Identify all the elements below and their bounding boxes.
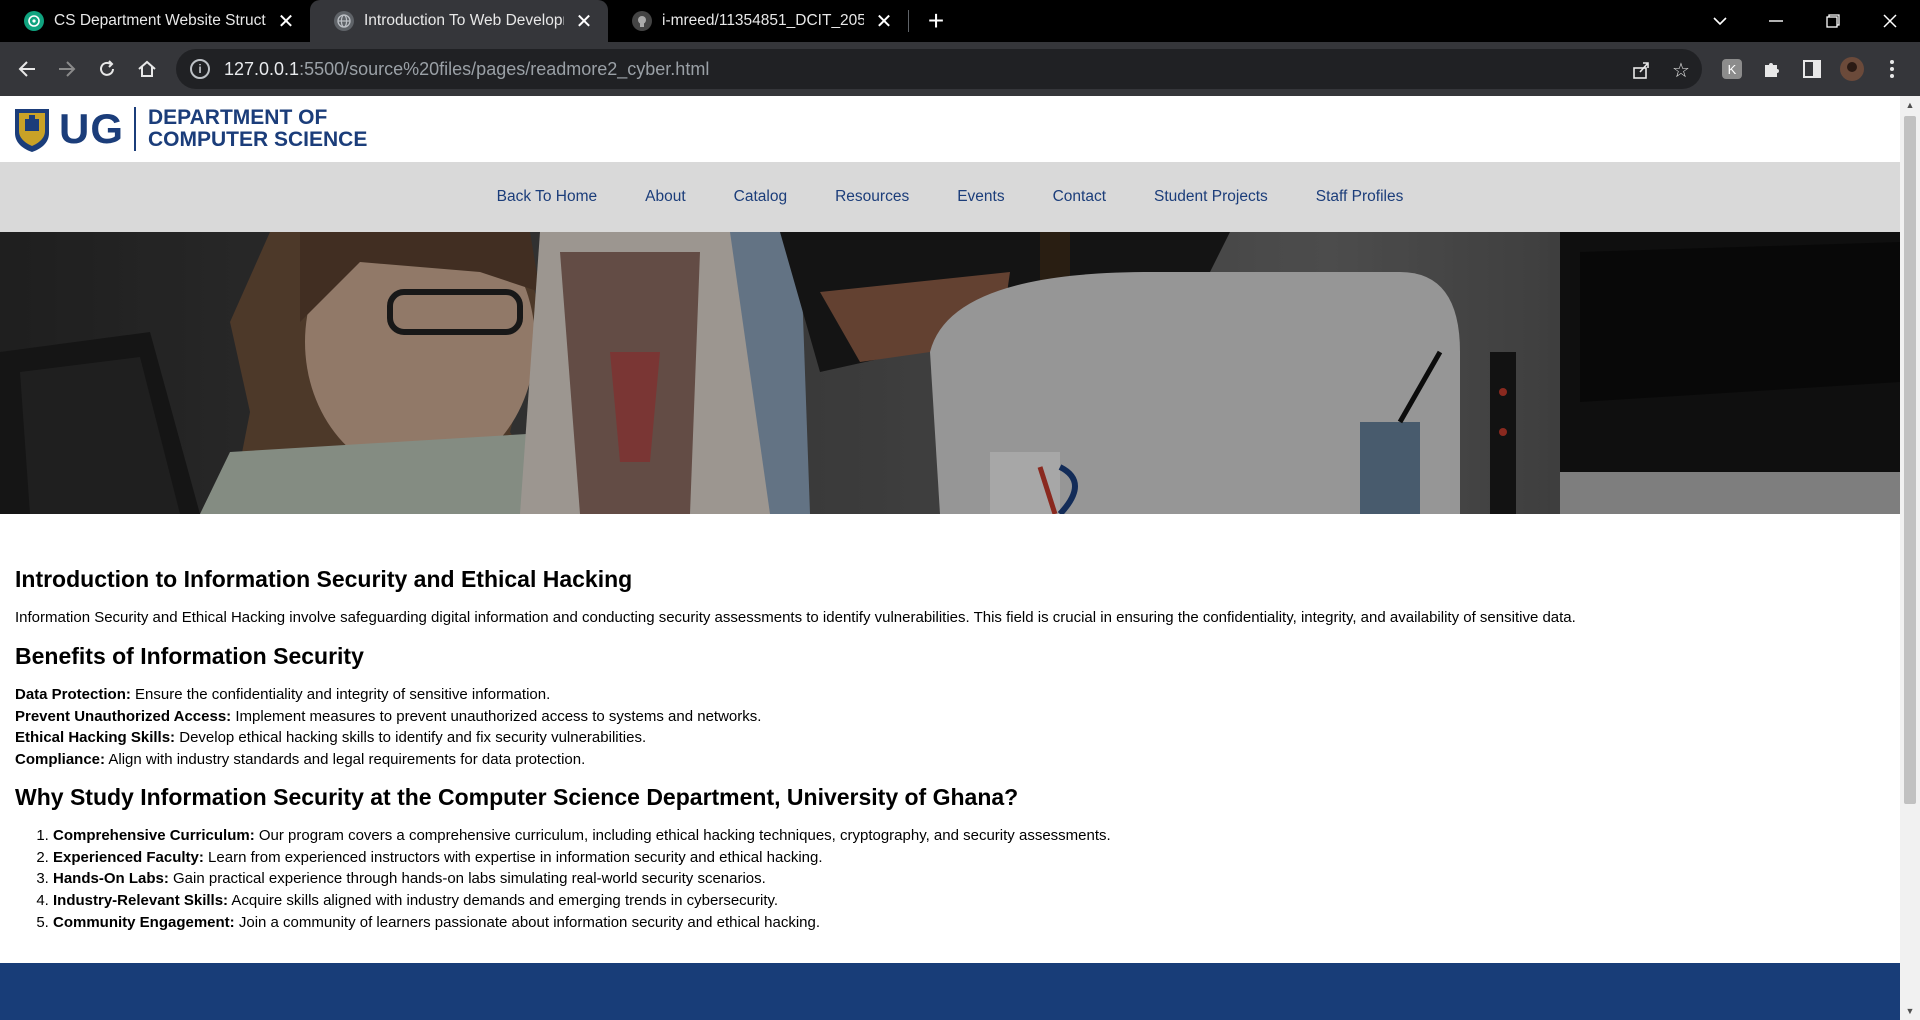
reason-term: Comprehensive Curriculum:: [53, 827, 255, 844]
tab-search-chevron-icon[interactable]: [1696, 0, 1744, 42]
site-header: UG DEPARTMENT OF COMPUTER SCIENCE: [0, 96, 1900, 162]
reasons-list: Comprehensive Curriculum: Our program co…: [15, 825, 1885, 934]
site-info-icon[interactable]: i: [190, 59, 210, 79]
benefit-text: Implement measures to prevent unauthoriz…: [231, 707, 762, 725]
extension-k-icon[interactable]: K: [1720, 57, 1744, 81]
benefits-heading: Benefits of Information Security: [15, 643, 364, 669]
minimize-icon[interactable]: [1752, 0, 1800, 42]
page-viewport: UG DEPARTMENT OF COMPUTER SCIENCE Back T…: [0, 96, 1920, 1020]
nav-catalog[interactable]: Catalog: [734, 188, 787, 206]
hero-banner-image: [0, 232, 1900, 514]
tab-separator: [908, 10, 909, 32]
home-icon[interactable]: [132, 54, 162, 84]
reload-icon[interactable]: [92, 54, 122, 84]
close-window-icon[interactable]: [1866, 0, 1914, 42]
benefit-item: Ethical Hacking Skills: Develop ethical …: [15, 727, 1885, 749]
page-scrollbar[interactable]: ▲ ▼: [1900, 96, 1920, 1020]
benefit-text: Align with industry standards and legal …: [105, 750, 586, 768]
tab-cs-department[interactable]: CS Department Website Structur ✕: [0, 0, 310, 42]
browser-toolbar: i 127.0.0.1:5500/source%20files/pages/re…: [0, 42, 1920, 96]
nav-about[interactable]: About: [645, 188, 686, 206]
url-path: :5500/source%20files/pages/readmore2_cyb…: [299, 58, 710, 79]
scroll-down-arrow-icon[interactable]: ▼: [1900, 1002, 1920, 1020]
benefit-item: Prevent Unauthorized Access: Implement m…: [15, 706, 1885, 728]
svg-text:K: K: [1728, 62, 1737, 77]
web-page: UG DEPARTMENT OF COMPUTER SCIENCE Back T…: [0, 96, 1900, 1020]
intro-paragraph: Information Security and Ethical Hacking…: [15, 609, 1576, 626]
close-tab-icon[interactable]: ✕: [572, 9, 596, 33]
department-name: DEPARTMENT OF COMPUTER SCIENCE: [148, 107, 367, 151]
tab-github-repo[interactable]: i-mreed/11354851_DCIT_205_IA ✕: [608, 0, 908, 42]
share-icon[interactable]: [1630, 59, 1652, 81]
close-tab-icon[interactable]: ✕: [274, 9, 298, 33]
benefit-term: Ethical Hacking Skills:: [15, 729, 176, 746]
site-navigation: Back To Home About Catalog Resources Eve…: [0, 162, 1900, 232]
reason-item: Comprehensive Curriculum: Our program co…: [53, 825, 1885, 847]
benefit-term: Compliance:: [15, 750, 106, 768]
why-study-heading: Why Study Information Security at the Co…: [15, 784, 1019, 810]
department-line-2: COMPUTER SCIENCE: [148, 128, 368, 151]
extensions-puzzle-icon[interactable]: [1760, 57, 1784, 81]
profile-avatar[interactable]: [1840, 57, 1864, 81]
tab-title: Introduction To Web Developme: [364, 12, 564, 29]
forward-arrow-icon[interactable]: [52, 54, 82, 84]
chatgpt-icon: [24, 11, 44, 31]
scroll-up-arrow-icon[interactable]: ▲: [1900, 96, 1920, 114]
reason-item: Experienced Faculty: Learn from experien…: [53, 847, 1885, 869]
globe-icon: [334, 11, 354, 31]
reason-term: Community Engagement:: [53, 913, 235, 931]
new-tab-icon[interactable]: +: [922, 5, 950, 36]
benefits-list: Data Protection: Ensure the confidential…: [15, 684, 1885, 770]
nav-contact[interactable]: Contact: [1053, 188, 1106, 206]
reason-text: Acquire skills aligned with industry dem…: [228, 892, 779, 910]
tab-intro-web-dev[interactable]: Introduction To Web Developme ✕: [310, 0, 608, 42]
reason-term: Hands-On Labs:: [53, 870, 169, 888]
url-host: 127.0.0.1: [224, 58, 300, 79]
site-footer: [0, 963, 1900, 1020]
ug-crest-logo[interactable]: [13, 105, 51, 153]
close-tab-icon[interactable]: ✕: [872, 9, 896, 33]
main-content: Introduction to Information Security and…: [0, 514, 1900, 934]
back-arrow-icon[interactable]: [12, 54, 42, 84]
nav-back-to-home[interactable]: Back To Home: [497, 188, 598, 206]
ug-logo-text[interactable]: UG: [59, 107, 136, 151]
address-bar[interactable]: i 127.0.0.1:5500/source%20files/pages/re…: [176, 49, 1702, 89]
bookmark-star-icon[interactable]: ☆: [1670, 59, 1692, 82]
reason-text: Learn from experienced instructors with …: [203, 848, 823, 866]
reason-text: Our program covers a comprehensive curri…: [254, 827, 1111, 844]
reason-term: Industry-Relevant Skills:: [53, 892, 229, 910]
menu-kebab-icon[interactable]: [1880, 57, 1904, 81]
reason-item: Industry-Relevant Skills: Acquire skills…: [53, 890, 1885, 912]
nav-events[interactable]: Events: [957, 188, 1004, 206]
intro-heading: Introduction to Information Security and…: [15, 566, 633, 592]
browser-tabstrip: CS Department Website Structur ✕ Introdu…: [0, 0, 1920, 42]
reason-text: Gain practical experience through hands-…: [168, 870, 766, 888]
side-panel-icon[interactable]: [1800, 57, 1824, 81]
tab-title: CS Department Website Structur: [54, 12, 266, 29]
benefit-term: Prevent Unauthorized Access:: [15, 707, 232, 725]
nav-student-projects[interactable]: Student Projects: [1154, 188, 1268, 206]
department-line-1: DEPARTMENT OF: [148, 106, 328, 129]
reason-item: Community Engagement: Join a community o…: [53, 912, 1885, 934]
benefit-item: Data Protection: Ensure the confidential…: [15, 684, 1885, 706]
benefit-text: Ensure the confidentiality and integrity…: [130, 686, 551, 703]
reason-term: Experienced Faculty:: [53, 848, 204, 866]
github-icon: [632, 11, 652, 31]
benefit-term: Data Protection:: [15, 686, 131, 703]
reason-text: Join a community of learners passionate …: [234, 913, 821, 931]
benefit-text: Develop ethical hacking skills to identi…: [175, 729, 647, 746]
nav-staff-profiles[interactable]: Staff Profiles: [1316, 188, 1404, 206]
scrollbar-thumb[interactable]: [1904, 116, 1916, 804]
restore-icon[interactable]: [1809, 0, 1857, 42]
benefit-item: Compliance: Align with industry standard…: [15, 749, 1885, 771]
tab-title: i-mreed/11354851_DCIT_205_IA: [662, 12, 864, 29]
nav-resources[interactable]: Resources: [835, 188, 909, 206]
reason-item: Hands-On Labs: Gain practical experience…: [53, 868, 1885, 890]
